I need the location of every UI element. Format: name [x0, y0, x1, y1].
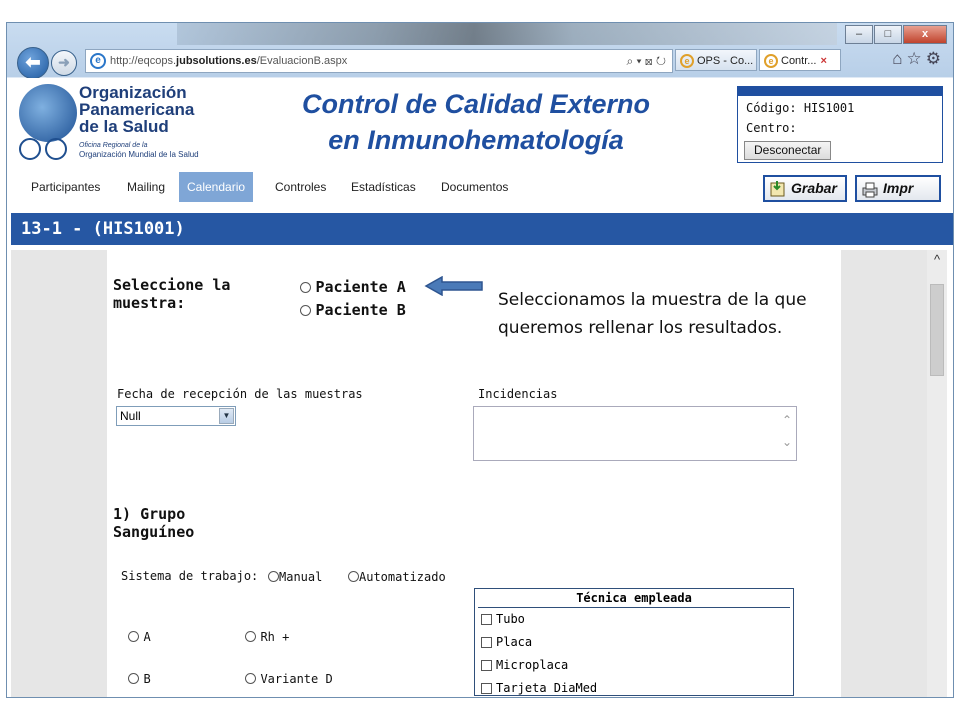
textarea-scroll-up-icon[interactable]: ⌃	[782, 413, 792, 427]
blood-option-variante-d[interactable]: Variante D	[245, 670, 333, 688]
checkbox-tarjeta[interactable]	[481, 683, 492, 694]
fecha-label: Fecha de recepción de las muestras	[117, 387, 363, 401]
incidencias-label: Incidencias	[478, 387, 558, 401]
login-box: Código: HIS1001 Centro: Desconectar	[737, 86, 943, 163]
ops-logo: Organización Panamericana de la Salud Of…	[15, 82, 221, 164]
sistema-option-manual[interactable]: Manual	[268, 568, 322, 586]
paho-emblem-icon	[19, 138, 41, 160]
page-title: Control de Calidad Externo en Inmunohema…	[301, 89, 651, 155]
sistema-label: Sistema de trabajo:	[121, 569, 259, 583]
radio-b[interactable]	[128, 673, 139, 685]
radio-paciente-b[interactable]	[300, 305, 311, 317]
menu-item-calendario[interactable]: Calendario	[179, 172, 254, 202]
annotation-text: Seleccionamos la muestra de la que quere…	[498, 290, 807, 338]
minimize-button[interactable]: –	[845, 25, 873, 44]
logout-button[interactable]: Desconectar	[744, 141, 832, 160]
browser-toolbar-icons: ⌂☆⚙	[892, 49, 945, 69]
chevron-down-icon[interactable]: ▼	[219, 408, 234, 424]
radio-a[interactable]	[128, 631, 139, 643]
checkbox-microplaca[interactable]	[481, 660, 492, 671]
menu-item-estadisticas[interactable]: Estadísticas	[343, 172, 424, 202]
radio-rh-plus[interactable]	[245, 631, 256, 643]
checkbox-tubo[interactable]	[481, 614, 492, 625]
scroll-thumb[interactable]	[930, 284, 944, 376]
radio-automatizado[interactable]	[348, 571, 359, 583]
radio-variante-d[interactable]	[245, 673, 256, 685]
star-icon[interactable]: ☆	[907, 49, 926, 68]
sistema-option-automatizado[interactable]: Automatizado	[348, 568, 446, 586]
textarea-scroll-down-icon[interactable]: ⌄	[782, 435, 792, 449]
vertical-scrollbar[interactable]: ^	[927, 250, 947, 697]
save-button[interactable]: Grabar	[763, 175, 847, 202]
org-subtitle: Oficina Regional de la Organización Mund…	[79, 142, 199, 159]
tecnica-option-tubo[interactable]: Tubo	[475, 608, 793, 631]
arrow-left-icon: ⬅	[25, 52, 41, 72]
main-menu: Participantes Mailing Calendario Control…	[7, 170, 953, 206]
print-button[interactable]: Impr	[855, 175, 941, 202]
centro-row: Centro:	[746, 121, 797, 135]
close-window-button[interactable]: x	[903, 25, 947, 44]
menu-item-participantes[interactable]: Participantes	[23, 172, 108, 202]
close-tab-icon[interactable]: ×	[820, 55, 826, 67]
checkbox-placa[interactable]	[481, 637, 492, 648]
select-sample-label: Seleccione la muestra:	[113, 276, 231, 312]
globe-icon	[19, 84, 77, 142]
codigo-row: Código: HIS1001	[746, 101, 855, 115]
sample-option-a[interactable]: Paciente A	[300, 278, 406, 297]
save-icon	[770, 181, 785, 197]
tecnica-option-tarjeta[interactable]: Tarjeta DiaMed	[475, 677, 793, 695]
background-blur	[177, 23, 837, 45]
group-title: 1) Grupo Sanguíneo	[113, 505, 195, 541]
fecha-select[interactable]: Null ▼	[116, 406, 236, 426]
ie-tab-icon: e	[680, 54, 694, 69]
maximize-button[interactable]: □	[874, 25, 902, 44]
org-name: Organización Panamericana de la Salud	[79, 83, 195, 136]
tab-control[interactable]: e Contr... ×	[759, 49, 841, 71]
blood-option-b[interactable]: B	[128, 670, 151, 688]
menu-item-documentos[interactable]: Documentos	[433, 172, 516, 202]
printer-icon	[862, 182, 878, 198]
url-text: http://eqcops.jubsolutions.es/Evaluacion…	[110, 55, 348, 67]
who-emblem-icon	[45, 138, 67, 160]
tecnica-header: Técnica empleada	[478, 589, 790, 608]
address-bar[interactable]: e http://eqcops.jubsolutions.es/Evaluacio…	[85, 49, 673, 73]
tecnica-option-placa[interactable]: Placa	[475, 631, 793, 654]
tecnica-table: Técnica empleada Tubo Placa Microplaca T…	[474, 588, 794, 696]
blood-option-a[interactable]: A	[128, 628, 151, 646]
radio-paciente-a[interactable]	[300, 282, 311, 294]
address-bar-controls[interactable]: ⌕ ▾ ⊠ ↻	[626, 50, 666, 72]
sample-option-b[interactable]: Paciente B	[300, 301, 406, 320]
window-controls: – □ x	[844, 25, 947, 44]
incidencias-textarea[interactable]: ⌃ ⌄	[473, 406, 797, 461]
tecnica-option-microplaca[interactable]: Microplaca	[475, 654, 793, 677]
back-button[interactable]: ⬅	[17, 47, 49, 79]
forward-button[interactable]: ➜	[51, 50, 77, 76]
login-box-header	[738, 87, 942, 96]
arrow-left-annotation-icon	[424, 276, 483, 296]
radio-manual[interactable]	[268, 571, 279, 583]
menu-item-mailing[interactable]: Mailing	[119, 172, 173, 202]
ie-tab-icon: e	[764, 54, 778, 69]
ie-page-icon: e	[90, 53, 106, 70]
gear-icon[interactable]: ⚙	[926, 49, 945, 68]
blood-option-rh[interactable]: Rh +	[245, 628, 289, 646]
section-title-bar: 13-1 - (HIS1001)	[11, 213, 953, 245]
scroll-up-icon[interactable]: ^	[927, 252, 947, 268]
arrow-right-icon: ➜	[58, 54, 70, 70]
tab-ops[interactable]: e OPS - Co...	[675, 49, 757, 71]
home-icon[interactable]: ⌂	[892, 49, 906, 68]
menu-item-controles[interactable]: Controles	[267, 172, 334, 202]
